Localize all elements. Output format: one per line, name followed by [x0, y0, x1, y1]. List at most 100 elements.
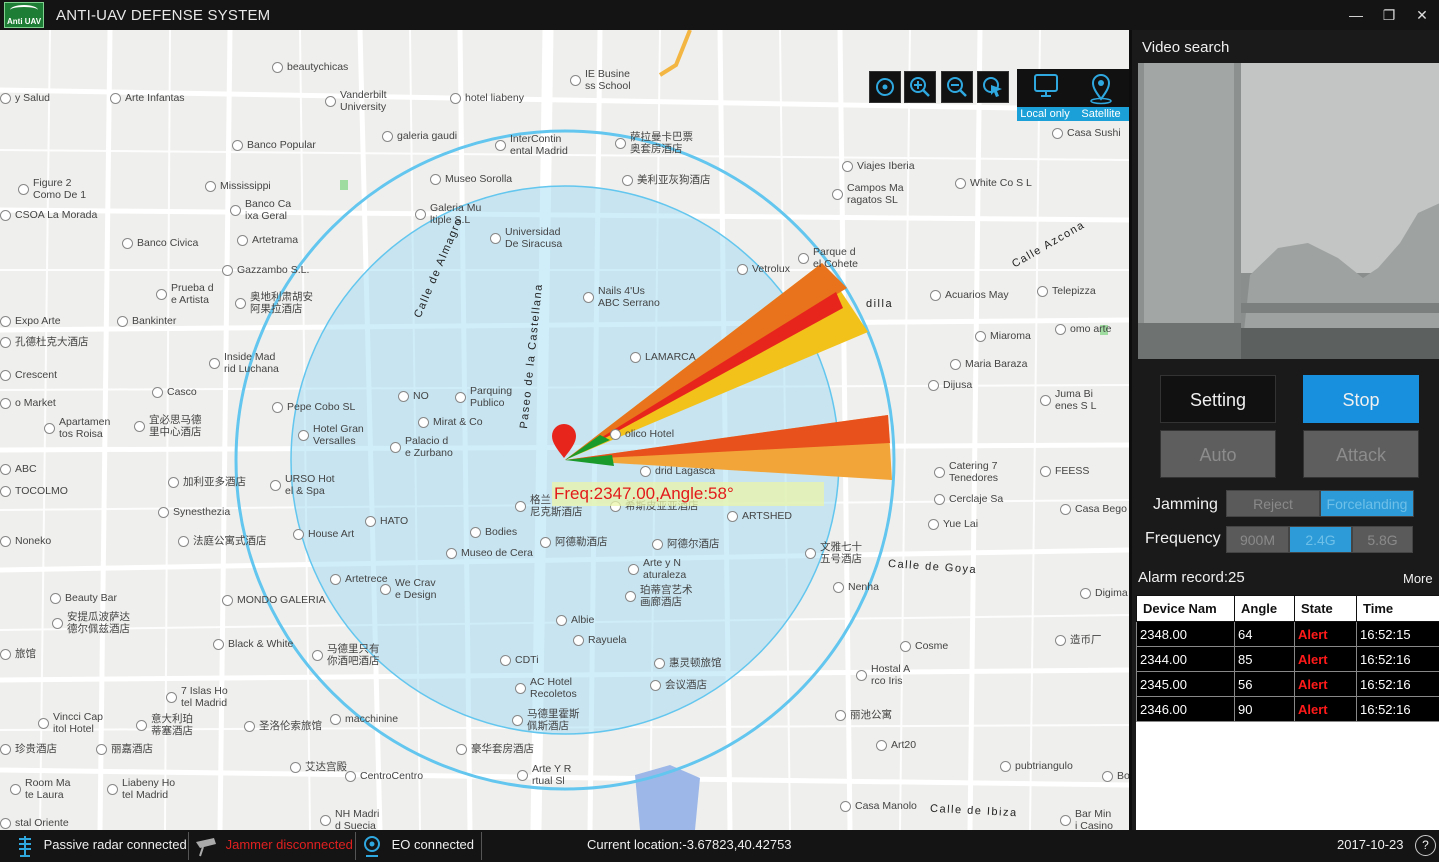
poi-label[interactable]: Campos Ma ragatos SL [832, 182, 904, 206]
poi-label[interactable]: 会议酒店 [650, 679, 707, 691]
poi-label[interactable]: Vanderbilt University [325, 89, 387, 113]
poi-label[interactable]: olico Hotel [610, 428, 674, 440]
poi-label[interactable]: Hotel Gran Versalles [298, 423, 364, 447]
poi-label[interactable]: Parquing Publico [455, 385, 512, 409]
poi-label[interactable]: IE Busine ss School [570, 68, 631, 92]
poi-label[interactable]: Apartamen tos Roisa [44, 416, 110, 440]
poi-label[interactable]: NH Madri d Suecia [320, 808, 379, 830]
more-link[interactable]: More [1403, 571, 1433, 586]
poi-label[interactable]: Synesthezia [158, 506, 230, 518]
poi-label[interactable]: Casco [152, 386, 197, 398]
poi-label[interactable]: Juma Bi enes S L [1040, 388, 1096, 412]
restore-icon[interactable]: ❐ [1380, 6, 1398, 24]
poi-label[interactable]: 意大利珀 蒂塞酒店 [136, 713, 193, 737]
poi-label[interactable]: macchinine [330, 713, 398, 725]
poi-label[interactable]: Catering 7 Tenedores [934, 460, 998, 484]
frequency-900m-option[interactable]: 900M [1226, 526, 1289, 553]
poi-label[interactable]: drid Lagasca [640, 465, 715, 477]
poi-label[interactable]: CDTi [500, 654, 539, 666]
poi-label[interactable]: Museo Sorolla [430, 173, 512, 185]
setting-button[interactable]: Setting [1160, 375, 1276, 423]
poi-label[interactable]: House Art [293, 528, 354, 540]
poi-label[interactable]: URSO Hot el & Spa [270, 473, 335, 497]
auto-button[interactable]: Auto [1160, 430, 1276, 478]
poi-label[interactable]: pubtriangulo [1000, 760, 1073, 772]
poi-label[interactable]: Albie [556, 614, 594, 626]
help-icon[interactable]: ? [1415, 835, 1436, 856]
table-row[interactable]: 2345.00 56 Alert 16:52:16 [1136, 671, 1439, 697]
poi-label[interactable]: InterContin ental Madrid [495, 133, 568, 157]
poi-label[interactable]: Parque d el Cohete [798, 246, 858, 270]
poi-label[interactable]: White Co S L [955, 177, 1032, 189]
poi-label[interactable]: CSOA La Morada [0, 209, 97, 221]
poi-label[interactable]: Vetrolux [737, 263, 790, 275]
poi-label[interactable]: FEESS [1040, 465, 1089, 477]
column-header-angle[interactable]: Angle [1234, 595, 1295, 622]
poi-label[interactable]: NO [398, 390, 429, 402]
poi-label[interactable]: Bodies [470, 526, 517, 538]
poi-label[interactable]: 阿德勒酒店 [540, 536, 608, 548]
poi-label[interactable]: Artetrama [237, 234, 298, 246]
stop-button[interactable]: Stop [1303, 375, 1419, 423]
poi-label[interactable]: Inside Mad rid Luchana [209, 351, 279, 375]
poi-label[interactable]: MONDO GALERIA [222, 594, 326, 606]
poi-label[interactable]: Expo Arte [0, 315, 61, 327]
poi-label[interactable]: 珀蒂宫艺术 画廊酒店 [625, 584, 693, 608]
table-row[interactable]: 2344.00 85 Alert 16:52:16 [1136, 646, 1439, 672]
poi-label[interactable]: stal Oriente [0, 817, 69, 829]
poi-label[interactable]: Figure 2 Como De 1 [18, 177, 86, 201]
poi-label[interactable]: 丽池公寓 [835, 709, 892, 721]
map-view[interactable]: beautychicas IE Busine ss School Vanderbil… [0, 30, 1129, 830]
poi-label[interactable]: Miaroma [975, 330, 1031, 342]
poi-label[interactable]: 奥地利肃胡安 阿果拉酒店 [235, 291, 313, 315]
poi-label[interactable]: Banco Civica [122, 237, 198, 249]
poi-label[interactable]: Banco Ca ixa Geral [230, 198, 291, 222]
poi-label[interactable]: 马德里霍斯 佩斯酒店 [512, 708, 580, 732]
poi-label[interactable]: 文雅七十 五号酒店 [805, 541, 862, 565]
poi-label[interactable]: 圣洛伦索旅馆 [244, 720, 322, 732]
poi-label[interactable]: Hostal A rco Iris [856, 663, 910, 687]
poi-label[interactable]: Universidad De Siracusa [490, 226, 562, 250]
column-header-device[interactable]: Device Nam [1136, 595, 1235, 622]
poi-label[interactable]: Bar Min i Casino [1060, 808, 1113, 830]
poi-label[interactable]: Beauty Bar [50, 592, 117, 604]
jamming-reject-option[interactable]: Reject [1226, 490, 1320, 517]
poi-label[interactable]: Arte Y R rtual Sl [517, 763, 571, 787]
poi-label[interactable]: 加利亚多酒店 [168, 476, 246, 488]
poi-label[interactable]: Arte y N aturaleza [628, 557, 686, 581]
poi-label[interactable]: LAMARCA [630, 351, 696, 363]
table-row[interactable]: 2348.00 64 Alert 16:52:15 [1136, 621, 1439, 647]
poi-label[interactable]: beautychicas [272, 61, 348, 73]
poi-label[interactable]: Cerclaje Sa [934, 493, 1003, 505]
poi-label[interactable]: CentroCentro [345, 770, 423, 782]
poi-label[interactable]: y Salud [0, 92, 50, 104]
poi-label[interactable]: 萨拉曼卡巴票 奥套房酒店 [615, 131, 693, 155]
poi-label[interactable]: Black & White [213, 638, 293, 650]
poi-label[interactable]: Casa Manolo [840, 800, 917, 812]
poi-label[interactable]: Maria Baraza [950, 358, 1027, 370]
poi-label[interactable]: Telepizza [1037, 285, 1096, 297]
poi-label[interactable]: Art20 [876, 739, 916, 751]
poi-label[interactable]: o Market [0, 397, 56, 409]
poi-label[interactable]: 艾达宫殿 [290, 761, 347, 773]
poi-label[interactable]: Liabeny Ho tel Madrid [107, 777, 175, 801]
local-only-button[interactable]: Local only [1017, 69, 1073, 121]
poi-label[interactable]: ARTSHED [727, 510, 792, 522]
poi-label[interactable]: AC Hotel Recoletos [515, 676, 577, 700]
poi-label[interactable]: Nenha [833, 581, 879, 593]
poi-label[interactable]: 丽嘉酒店 [96, 743, 153, 755]
select-tool-button[interactable] [977, 71, 1009, 103]
zoom-in-button[interactable] [904, 71, 936, 103]
poi-label[interactable]: Rayuela [573, 634, 627, 646]
poi-label[interactable]: 安提瓜波萨达 德尔佩兹酒店 [52, 611, 130, 635]
poi-label[interactable]: Casa Sushi [1052, 127, 1121, 139]
poi-label[interactable]: 阿德尔酒店 [652, 538, 720, 550]
poi-label[interactable]: 惠灵顿旅馆 [654, 657, 722, 669]
poi-label[interactable]: Banco Popular [232, 139, 316, 151]
poi-label[interactable]: 宜必思马德 里中心酒店 [134, 414, 202, 438]
satellite-button[interactable]: Satellite [1073, 69, 1129, 121]
poi-label[interactable]: TOCOLMO [0, 485, 68, 497]
poi-label[interactable]: Mirat & Co [418, 416, 483, 428]
poi-label[interactable]: Yue Lai [928, 518, 978, 530]
poi-label[interactable]: Viajes Iberia [842, 160, 915, 172]
